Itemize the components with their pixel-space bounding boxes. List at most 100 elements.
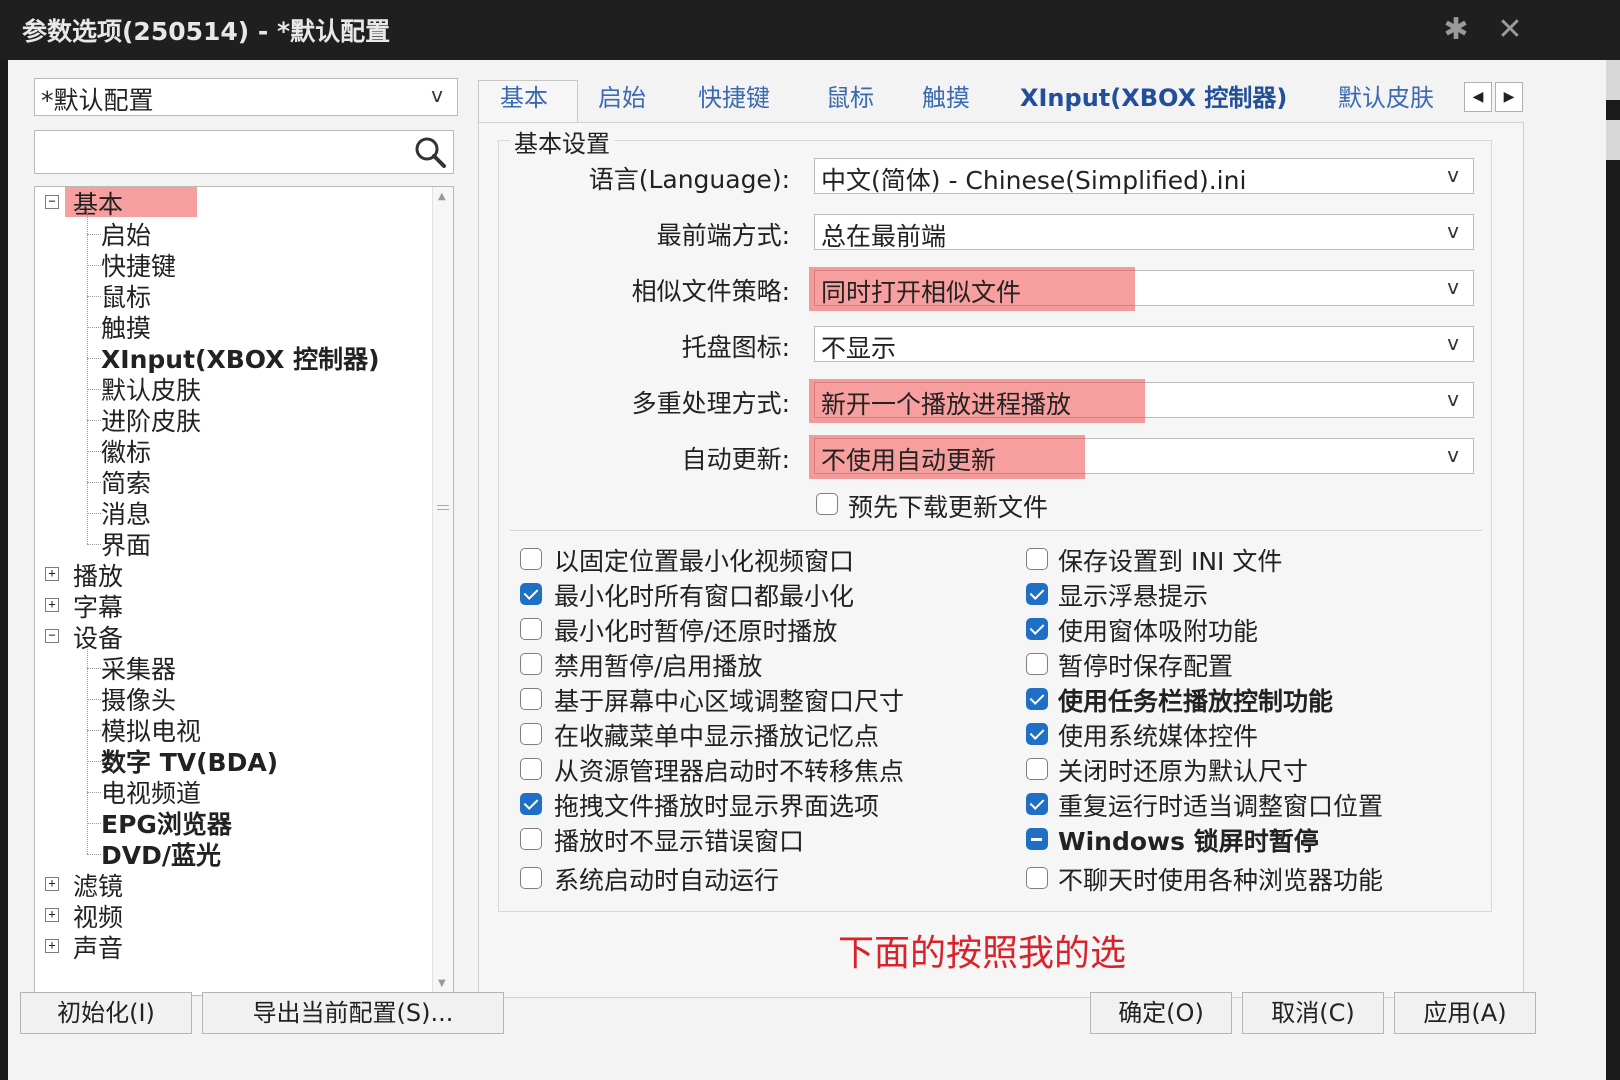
checks_right-checkbox-0[interactable] [1026, 548, 1048, 570]
checks_right-label-4: 使用任务栏播放控制功能 [1058, 687, 1334, 716]
tree-item[interactable]: 声音 [73, 929, 123, 965]
title-bar: 参数选项(250514) - *默认配置 ✱ ✕ [0, 0, 1620, 60]
category-tree[interactable]: ▲ ▼ − 基本 启始 快捷键 鼠标 触摸 XInput(XBOX 控制器) 默认皮肤 进阶皮肤… [34, 186, 454, 996]
chevron-down-icon: v [1447, 331, 1459, 355]
predownload-label: 预先下载更新文件 [848, 493, 1049, 522]
predownload-checkbox[interactable] [816, 493, 838, 515]
profile-select-value: *默认配置 [41, 86, 154, 115]
field-value-5: 不使用自动更新 [821, 446, 997, 475]
checks_left-label-9: 系统启动时自动运行 [554, 866, 780, 895]
tree-connector [87, 211, 88, 544]
expand-icon[interactable]: + [45, 598, 59, 612]
field-select-0[interactable]: 中文(简体) - Chinese(Simplified).ini v [814, 158, 1474, 195]
checks_left-label-7: 拖拽文件播放时显示界面选项 [554, 792, 880, 821]
checks_right-checkbox-2[interactable] [1026, 618, 1048, 640]
right-edge [1606, 60, 1620, 1080]
checks_right-checkbox-3[interactable] [1026, 653, 1048, 675]
scroll-down-icon[interactable]: ▼ [438, 978, 446, 989]
checks_left-label-1: 最小化时所有窗口都最小化 [554, 582, 855, 611]
checks_left-checkbox-8[interactable] [520, 828, 542, 850]
tree-connector [87, 296, 101, 297]
pin-icon[interactable]: ✱ [1436, 10, 1476, 50]
profile-select[interactable]: *默认配置 v [34, 78, 458, 116]
tab-4[interactable]: 触摸 [922, 78, 970, 113]
field-select-2[interactable]: 同时打开相似文件 v [809, 267, 1474, 311]
tab-scroll-left-icon[interactable]: ◀ [1464, 82, 1492, 112]
checks_left-checkbox-2[interactable] [520, 618, 542, 640]
checks_left-label-4: 基于屏幕中心区域调整窗口尺寸 [554, 687, 905, 716]
tree-connector [87, 358, 101, 359]
checks_left-checkbox-7[interactable] [520, 793, 542, 815]
checks_right-checkbox-1[interactable] [1026, 583, 1048, 605]
checks_left-label-0: 以固定位置最小化视频窗口 [554, 547, 855, 576]
checks_left-label-5: 在收藏菜单中显示播放记忆点 [554, 722, 880, 751]
tree-connector [87, 854, 101, 855]
scroll-up-icon[interactable]: ▲ [438, 191, 446, 202]
checks_right-label-6: 关闭时还原为默认尺寸 [1058, 757, 1309, 786]
checks_right-checkbox-6[interactable] [1026, 758, 1048, 780]
ok-button[interactable]: 确定(O) [1090, 992, 1232, 1034]
tab-scroll-right-icon[interactable]: ▶ [1495, 82, 1523, 112]
apply-button[interactable]: 应用(A) [1394, 992, 1536, 1034]
close-icon[interactable]: ✕ [1490, 10, 1530, 50]
tree-connector [87, 420, 101, 421]
checks_left-checkbox-9[interactable] [520, 867, 542, 889]
checks_right-checkbox-8[interactable] [1026, 828, 1048, 850]
tree-connector [87, 699, 101, 700]
tab-0[interactable]: 基本 [500, 78, 548, 113]
search-icon[interactable] [413, 135, 447, 169]
expand-icon[interactable]: + [45, 877, 59, 891]
init-button[interactable]: 初始化(I) [20, 992, 192, 1034]
search-input[interactable] [34, 130, 454, 174]
checks_left-checkbox-6[interactable] [520, 758, 542, 780]
export-config-button[interactable]: 导出当前配置(S)... [202, 992, 504, 1034]
scroll-thumb-icon[interactable] [437, 505, 449, 510]
tree-scrollbar[interactable]: ▲ ▼ [432, 187, 453, 995]
checks_left-checkbox-4[interactable] [520, 688, 542, 710]
checks_right-checkbox-7[interactable] [1026, 793, 1048, 815]
checks_right-checkbox-4[interactable] [1026, 688, 1048, 710]
checks_right-checkbox-5[interactable] [1026, 723, 1048, 745]
checks_right-checkbox-9[interactable] [1026, 867, 1048, 889]
checks_left-label-8: 播放时不显示错误窗口 [554, 827, 805, 856]
chevron-down-icon: v [431, 83, 443, 107]
tree-connector [87, 482, 101, 483]
field-value-2: 同时打开相似文件 [821, 278, 1022, 307]
expand-icon[interactable]: + [45, 939, 59, 953]
cancel-button[interactable]: 取消(C) [1242, 992, 1384, 1034]
field-value-0: 中文(简体) - Chinese(Simplified).ini [821, 166, 1247, 195]
tree-connector [87, 823, 101, 824]
expand-icon[interactable]: + [45, 908, 59, 922]
tab-3[interactable]: 鼠标 [826, 78, 874, 113]
checks_left-checkbox-5[interactable] [520, 723, 542, 745]
tab-1[interactable]: 启始 [598, 78, 646, 113]
field-label-2: 相似文件策略: [631, 277, 790, 306]
field-select-1[interactable]: 总在最前端 v [814, 214, 1474, 251]
tree-connector [87, 389, 101, 390]
checks_right-label-3: 暂停时保存配置 [1058, 652, 1234, 681]
expand-icon[interactable]: + [45, 567, 59, 581]
checks_right-label-5: 使用系统媒体控件 [1058, 722, 1259, 751]
field-label-0: 语言(Language): [588, 165, 790, 194]
checks_left-checkbox-0[interactable] [520, 548, 542, 570]
field-select-3[interactable]: 不显示 v [814, 326, 1474, 363]
checks_left-checkbox-1[interactable] [520, 583, 542, 605]
annotation-text: 下面的按照我的选 [838, 933, 1127, 974]
tree-connector [87, 513, 101, 514]
field-select-4[interactable]: 新开一个播放进程播放 v [809, 379, 1474, 423]
collapse-icon[interactable]: − [45, 195, 59, 209]
tree-connector [87, 645, 88, 854]
collapse-icon[interactable]: − [45, 629, 59, 643]
checks_right-label-8: Windows 锁屏时暂停 [1058, 827, 1319, 856]
tab-2[interactable]: 快捷键 [698, 78, 770, 113]
checks_right-label-9: 不聊天时使用各种浏览器功能 [1058, 866, 1384, 895]
chevron-down-icon: v [1447, 275, 1459, 299]
tree-connector [87, 544, 101, 545]
field-select-5[interactable]: 不使用自动更新 v [809, 435, 1474, 479]
field-label-3: 托盘图标: [681, 333, 790, 362]
checks_left-checkbox-3[interactable] [520, 653, 542, 675]
field-label-5: 自动更新: [681, 445, 790, 474]
tab-5[interactable]: XInput(XBOX 控制器) [1020, 78, 1287, 113]
tree-connector [87, 730, 101, 731]
tab-6[interactable]: 默认皮肤 [1338, 78, 1434, 113]
